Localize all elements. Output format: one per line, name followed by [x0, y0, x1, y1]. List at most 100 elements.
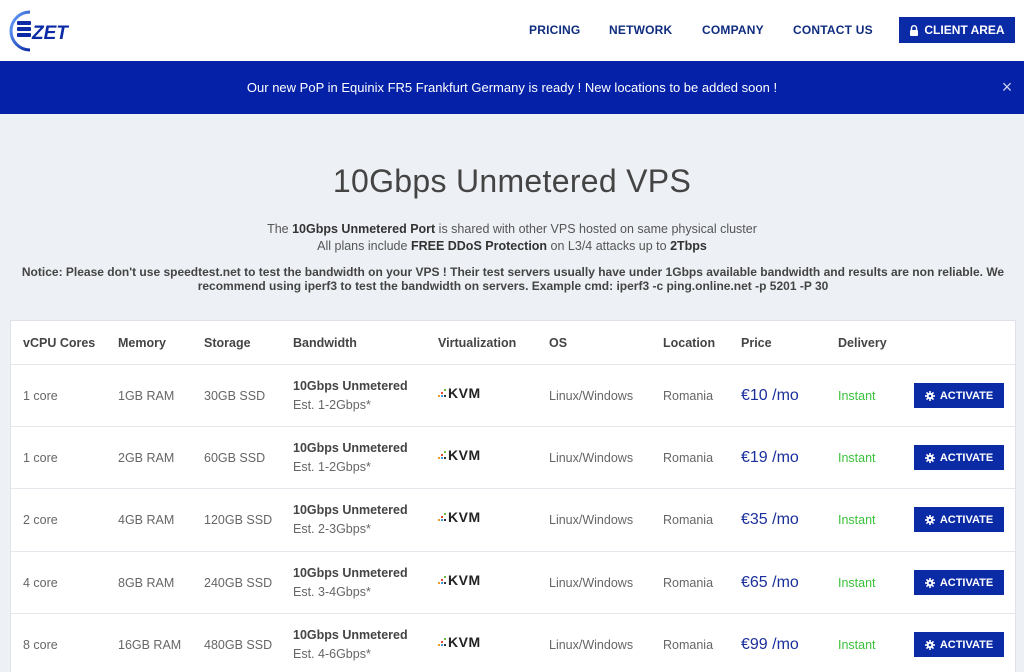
table-row: 1 core 1GB RAM 30GB SSD 10Gbps Unmetered Est… [11, 364, 1015, 426]
price-cell: €65 /mo [741, 574, 799, 591]
kvm-icon [438, 389, 446, 397]
subtitle-line-2: All plans include FREE DDoS Protection o… [0, 239, 1024, 253]
memory-cell: 1GB RAM [118, 389, 175, 403]
bandwidth-cell: 10Gbps Unmetered [293, 379, 408, 393]
bandwidth-estimate: Est. 1-2Gbps* [293, 398, 371, 412]
os-cell: Linux/Windows [549, 389, 634, 403]
nav-pricing[interactable]: PRICING [529, 23, 580, 37]
table-row: 2 core 4GB RAM 120GB SSD 10Gbps Unmetered Es… [11, 488, 1015, 550]
pricing-table: vCPU Cores Memory Storage Bandwidth Virt… [10, 320, 1016, 672]
announcement-banner: Our new PoP in Equinix FR5 Frankfurt Ger… [0, 61, 1024, 114]
storage-cell: 480GB SSD [204, 638, 273, 652]
subtitle-text: All plans include [317, 239, 411, 253]
header-vcpu: vCPU Cores [23, 336, 96, 350]
cores-cell: 2 core [23, 513, 58, 527]
gear-icon [924, 639, 935, 650]
subtitle-line-1: The 10Gbps Unmetered Port is shared with… [0, 222, 1024, 236]
header-storage: Storage [204, 336, 251, 350]
header-os: OS [549, 336, 568, 350]
location-cell: Romania [663, 389, 714, 403]
lock-icon [910, 24, 919, 36]
kvm-label: KVM [448, 509, 481, 525]
activate-button[interactable]: ACTIVATE [914, 383, 1004, 408]
table-row: 8 core 16GB RAM 480GB SSD 10Gbps Unmetered E… [11, 613, 1015, 672]
memory-cell: 8GB RAM [118, 576, 175, 590]
header-location: Location [663, 336, 716, 350]
bandwidth-cell: 10Gbps Unmetered [293, 566, 408, 580]
delivery-status: Instant [838, 513, 876, 527]
subtitle-bold: 2Tbps [670, 239, 707, 253]
activate-label: ACTIVATE [939, 576, 994, 589]
bandwidth-cell: 10Gbps Unmetered [293, 628, 408, 642]
bandwidth-estimate: Est. 2-3Gbps* [293, 522, 371, 536]
nav-network[interactable]: NETWORK [609, 23, 672, 37]
kvm-label: KVM [448, 385, 481, 401]
subtitle-text: The [267, 222, 293, 236]
activate-button[interactable]: ACTIVATE [914, 632, 1004, 657]
kvm-icon [438, 576, 446, 584]
location-cell: Romania [663, 576, 714, 590]
memory-cell: 16GB RAM [118, 638, 182, 652]
delivery-status: Instant [838, 451, 876, 465]
bandwidth-cell: 10Gbps Unmetered [293, 441, 408, 455]
activate-label: ACTIVATE [939, 451, 994, 464]
gear-icon [924, 390, 935, 401]
page-title: 10Gbps Unmetered VPS [332, 163, 692, 199]
cores-cell: 1 core [23, 451, 58, 465]
subtitle-text: is shared with other VPS hosted on same … [435, 222, 757, 236]
gear-icon [924, 577, 935, 588]
location-cell: Romania [663, 513, 714, 527]
kvm-icon [438, 638, 446, 646]
kvm-label: KVM [448, 447, 481, 463]
kvm-logo: KVM [438, 572, 481, 588]
activate-label: ACTIVATE [939, 638, 994, 651]
bandwidth-cell: 10Gbps Unmetered [293, 503, 408, 517]
cores-cell: 8 core [23, 638, 58, 652]
header-memory: Memory [118, 336, 166, 350]
delivery-status: Instant [838, 576, 876, 590]
header-price: Price [741, 336, 772, 350]
kvm-logo: KVM [438, 509, 481, 525]
cores-cell: 4 core [23, 576, 58, 590]
kvm-label: KVM [448, 634, 481, 650]
activate-button[interactable]: ACTIVATE [914, 507, 1004, 532]
kvm-icon [438, 451, 446, 459]
nav-contact-us[interactable]: CONTACT US [793, 23, 873, 37]
nav-company[interactable]: COMPANY [702, 23, 764, 37]
cores-cell: 1 core [23, 389, 58, 403]
bandwidth-estimate: Est. 3-4Gbps* [293, 585, 371, 599]
storage-cell: 240GB SSD [204, 576, 273, 590]
memory-cell: 2GB RAM [118, 451, 175, 465]
table-row: 1 core 2GB RAM 60GB SSD 10Gbps Unmetered Est… [11, 426, 1015, 488]
zet-logo[interactable]: ZET [8, 6, 98, 54]
price-cell: €19 /mo [741, 449, 799, 466]
storage-cell: 30GB SSD [204, 389, 266, 403]
price-cell: €99 /mo [741, 636, 799, 653]
notice-text: Notice: Please don't use speedtest.net t… [21, 265, 1005, 293]
subtitle-text: on L3/4 attacks up to [547, 239, 671, 253]
os-cell: Linux/Windows [549, 513, 634, 527]
client-area-label: CLIENT AREA [924, 23, 1005, 37]
gear-icon [924, 452, 935, 463]
kvm-label: KVM [448, 572, 481, 588]
banner-text: Our new PoP in Equinix FR5 Frankfurt Ger… [246, 80, 778, 95]
subtitle-bold: 10Gbps Unmetered Port [292, 222, 436, 236]
close-icon[interactable]: × [999, 78, 1015, 96]
site-header: ZET PRICING NETWORK COMPANY CONTACT US C… [0, 0, 1024, 61]
activate-label: ACTIVATE [939, 513, 994, 526]
activate-label: ACTIVATE [939, 389, 994, 402]
bandwidth-estimate: Est. 4-6Gbps* [293, 647, 371, 661]
activate-button[interactable]: ACTIVATE [914, 570, 1004, 595]
delivery-status: Instant [838, 389, 876, 403]
activate-button[interactable]: ACTIVATE [914, 445, 1004, 470]
header-virtualization: Virtualization [438, 336, 517, 350]
os-cell: Linux/Windows [549, 638, 634, 652]
logo-text: ZET [31, 23, 69, 44]
storage-cell: 120GB SSD [204, 513, 273, 527]
kvm-logo: KVM [438, 634, 481, 650]
bandwidth-estimate: Est. 1-2Gbps* [293, 460, 371, 474]
kvm-logo: KVM [438, 385, 481, 401]
location-cell: Romania [663, 451, 714, 465]
header-delivery: Delivery [838, 336, 887, 350]
client-area-button[interactable]: CLIENT AREA [899, 17, 1015, 43]
